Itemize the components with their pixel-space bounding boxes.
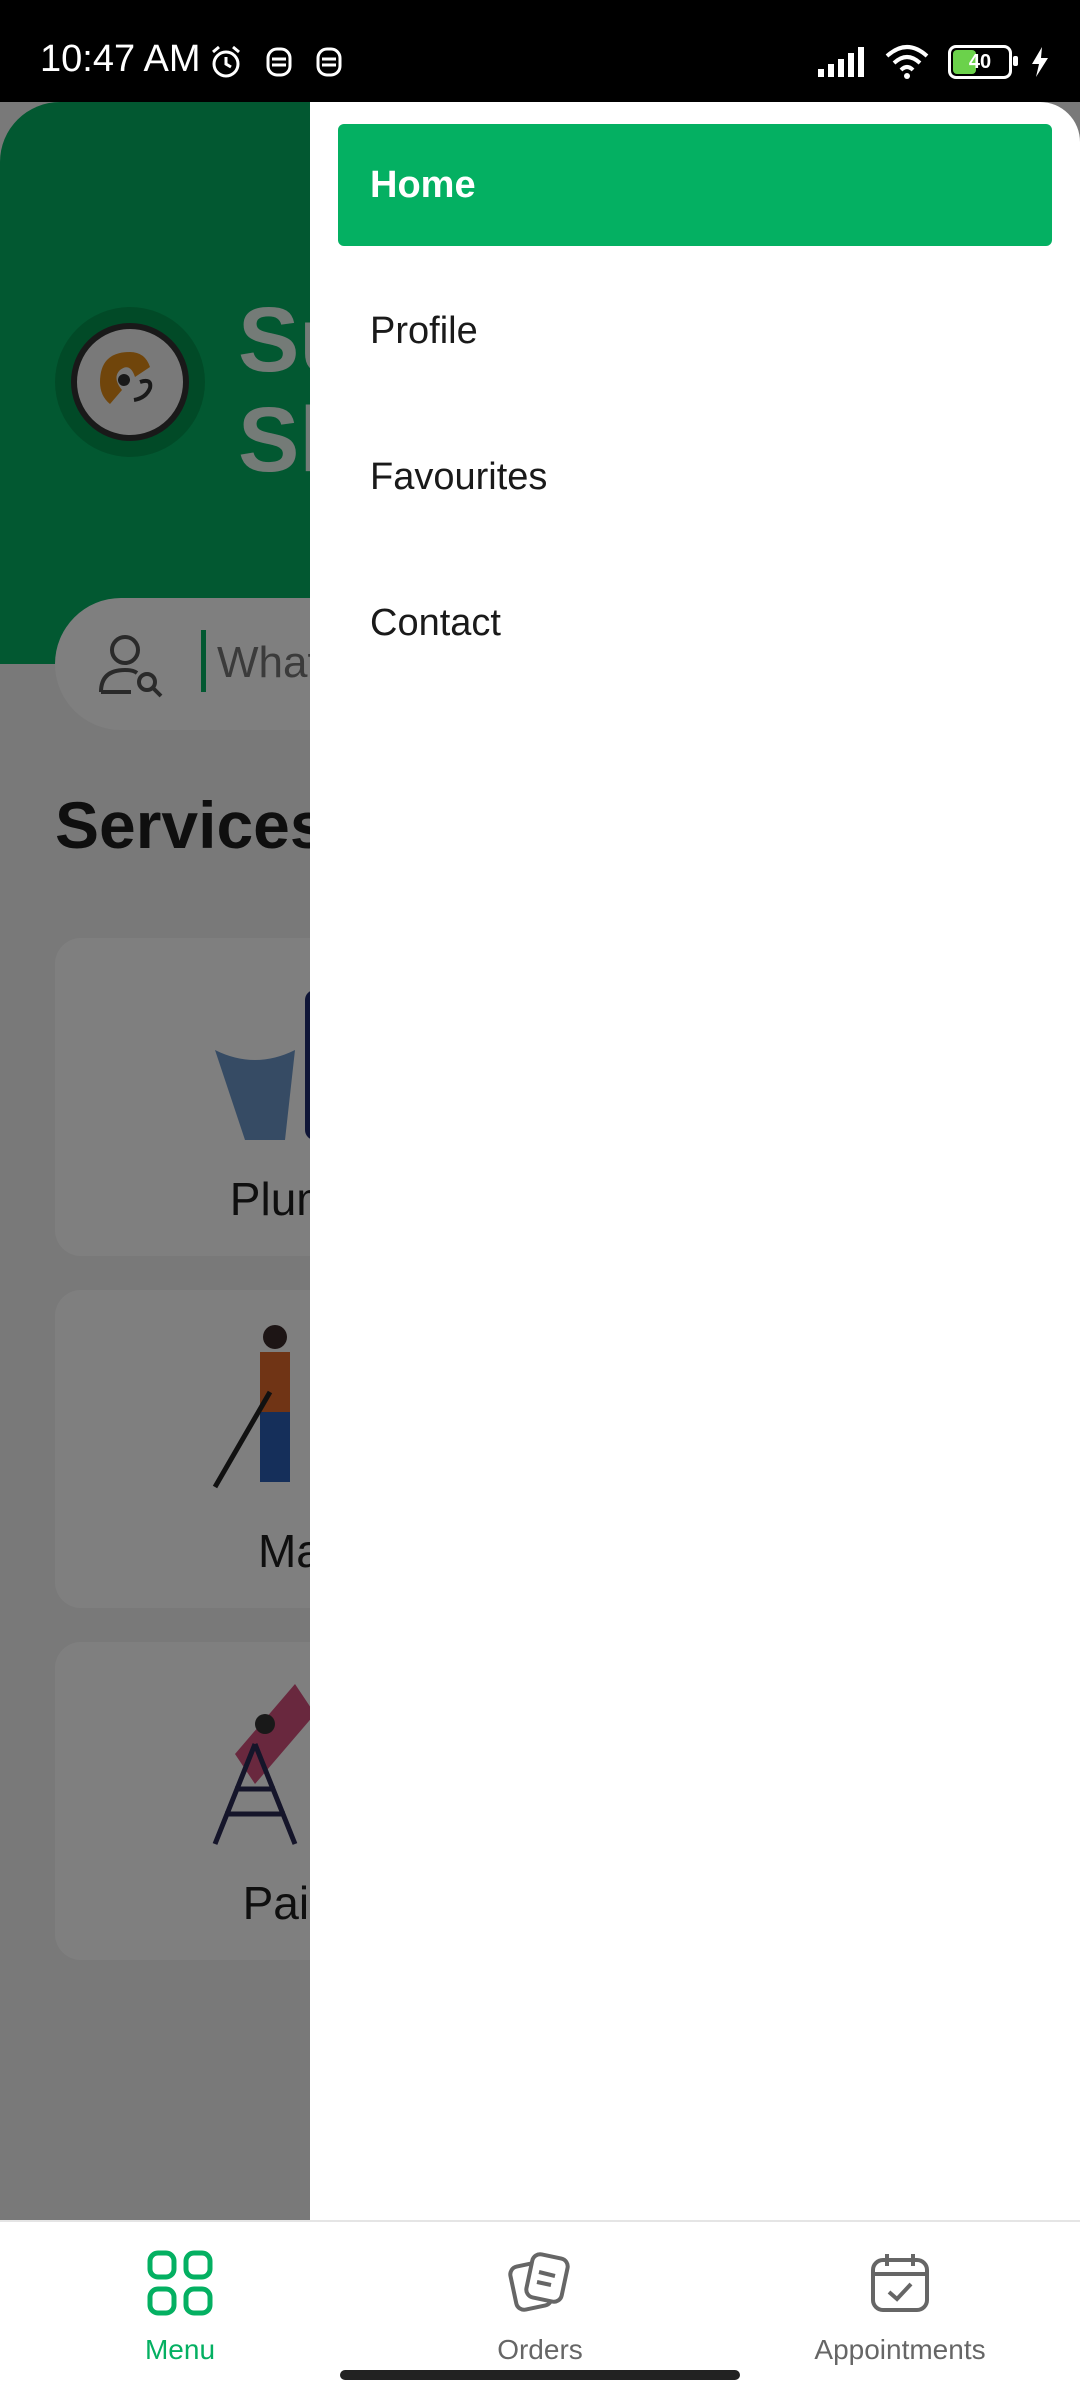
drawer-item-contact[interactable]: Contact <box>338 562 1052 684</box>
grid-icon <box>147 2250 213 2316</box>
nav-label-appointments: Appointments <box>814 2334 986 2365</box>
orders-icon <box>508 2252 570 2312</box>
battery-icon: 40 <box>948 45 1018 79</box>
drawer-item-home[interactable]: Home <box>338 124 1052 246</box>
notification-icon <box>266 47 292 77</box>
nav-label-orders: Orders <box>497 2334 583 2365</box>
notification-icon-2 <box>316 47 342 77</box>
drawer-item-profile[interactable]: Profile <box>338 270 1052 392</box>
home-indicator[interactable] <box>340 2370 740 2380</box>
status-icons-left <box>208 44 344 80</box>
status-time: 10:47 AM <box>40 38 201 80</box>
nav-item-appointments[interactable]: Appointments <box>750 2238 1050 2366</box>
battery-level: 40 <box>968 50 992 73</box>
wifi-icon <box>885 45 929 79</box>
drawer-item-favourites[interactable]: Favourites <box>338 416 1052 538</box>
nav-item-orders[interactable]: Orders <box>390 2238 690 2366</box>
charging-icon <box>1032 47 1048 77</box>
calendar-check-icon <box>871 2254 929 2312</box>
signal-icon <box>818 47 864 77</box>
nav-label-menu: Menu <box>144 2334 216 2365</box>
navigation-drawer: Home Profile Favourites Contact <box>310 102 1080 2222</box>
alarm-icon <box>212 45 240 78</box>
status-bar: 10:47 AM 40 <box>0 0 1080 102</box>
nav-item-menu[interactable]: Menu <box>30 2238 330 2366</box>
status-icons-right: 40 <box>816 44 1050 80</box>
